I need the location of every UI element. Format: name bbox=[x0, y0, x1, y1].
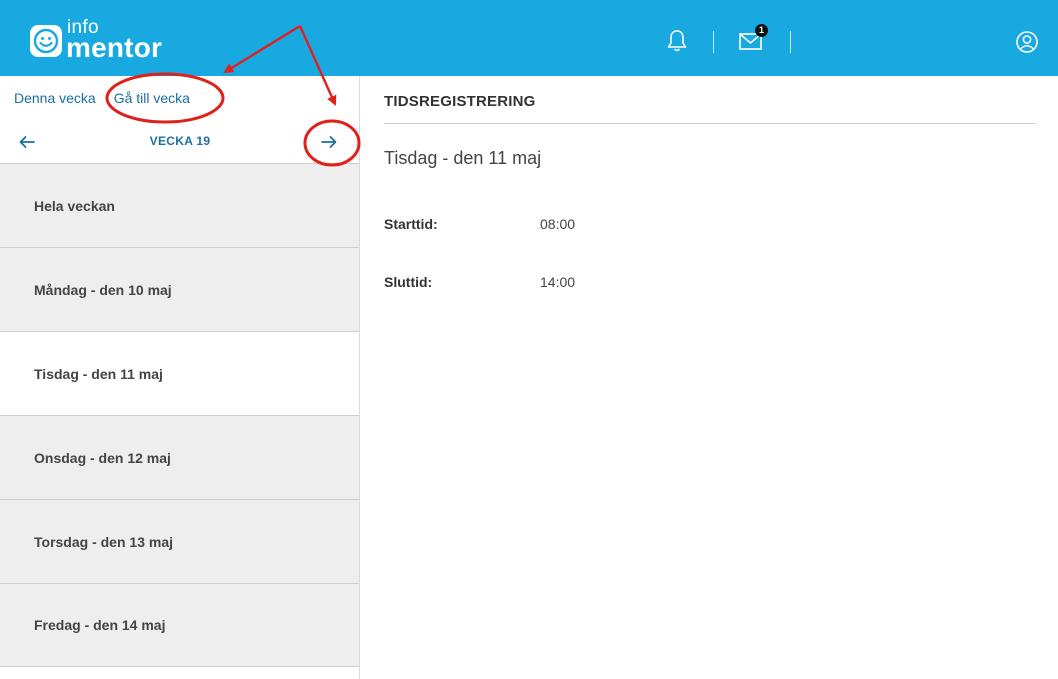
day-item-label: Fredag - den 14 maj bbox=[34, 617, 166, 633]
day-item-label: Onsdag - den 12 maj bbox=[34, 449, 171, 466]
this-week-link[interactable]: Denna vecka bbox=[14, 90, 96, 106]
day-list: Hela veckan Måndag - den 10 maj Tisdag -… bbox=[0, 163, 359, 667]
selected-day-title: Tisdag - den 11 maj bbox=[384, 148, 542, 168]
goto-week-link[interactable]: Gå till vecka bbox=[114, 90, 190, 106]
week-label: VECKA 19 bbox=[149, 134, 211, 148]
day-item-friday[interactable]: Fredag - den 14 maj bbox=[0, 583, 359, 667]
start-time-value: 08:00 bbox=[540, 216, 576, 232]
week-navigation: VECKA 19 bbox=[0, 128, 360, 158]
section-divider bbox=[384, 123, 1036, 124]
day-item-label: Måndag - den 10 maj bbox=[34, 281, 172, 298]
profile-icon[interactable] bbox=[1015, 30, 1041, 56]
day-item-wednesday[interactable]: Onsdag - den 12 maj bbox=[0, 415, 359, 499]
logo-mentor-text: mentor bbox=[66, 32, 163, 63]
week-sidebar: Denna vecka Gå till vecka VECKA 19 Hela v… bbox=[0, 76, 360, 679]
end-time-label: Sluttid: bbox=[384, 274, 433, 290]
header-separator bbox=[790, 31, 791, 53]
day-item-whole-week[interactable]: Hela veckan bbox=[0, 163, 359, 247]
smiley-logo-icon bbox=[30, 25, 62, 57]
day-item-tuesday[interactable]: Tisdag - den 11 maj bbox=[0, 331, 359, 415]
day-item-thursday[interactable]: Torsdag - den 13 maj bbox=[0, 499, 359, 583]
header-separator bbox=[713, 31, 714, 53]
top-bar: info mentor 1 bbox=[0, 0, 1058, 76]
week-links: Denna vecka Gå till vecka bbox=[14, 90, 208, 106]
end-time-value: 14:00 bbox=[540, 274, 576, 290]
day-item-label: Hela veckan bbox=[34, 197, 115, 214]
day-item-label: Tisdag - den 11 maj bbox=[34, 365, 163, 382]
infomentor-logo[interactable]: info mentor bbox=[30, 17, 176, 63]
section-title: TIDSREGISTRERING bbox=[384, 93, 536, 110]
day-item-label: Torsdag - den 13 maj bbox=[34, 533, 173, 550]
next-week-arrow-icon[interactable] bbox=[320, 133, 338, 151]
bell-icon[interactable] bbox=[664, 28, 690, 54]
notification-badge: 1 bbox=[755, 24, 768, 37]
logo-wordmark: info mentor bbox=[66, 17, 176, 63]
day-item-monday[interactable]: Måndag - den 10 maj bbox=[0, 247, 359, 331]
start-time-label: Starttid: bbox=[384, 216, 438, 232]
